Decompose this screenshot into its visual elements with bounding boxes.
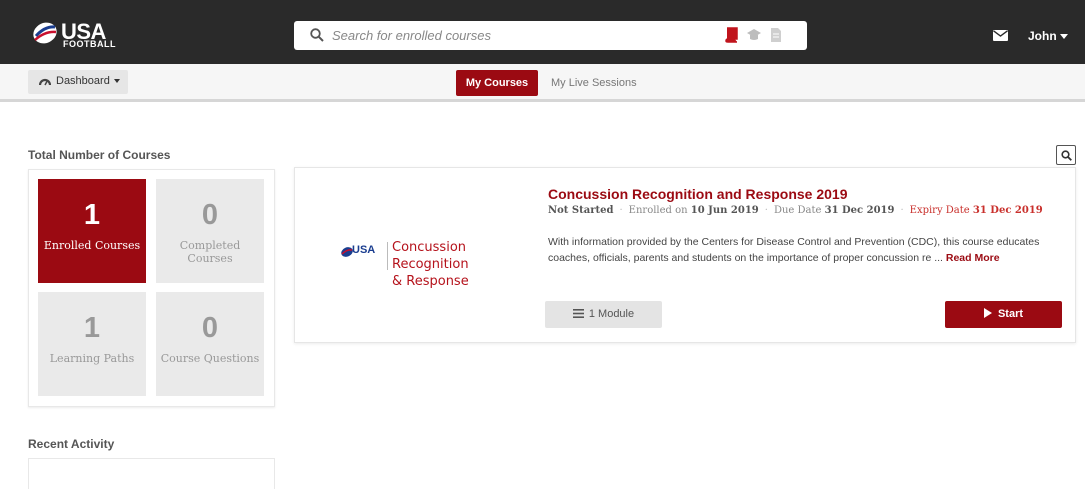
thumb-title: Concussion Recognition & Response — [392, 239, 520, 290]
expiry-label: Expiry Date — [909, 205, 970, 216]
stat-label: Course Questions — [160, 352, 260, 365]
meta-separator: · — [764, 205, 768, 216]
enrolled-date: 10 Jun 2019 — [690, 205, 759, 216]
recent-activity-card — [28, 458, 275, 489]
meta-separator: · — [900, 205, 904, 216]
stat-value: 0 — [201, 199, 219, 231]
document-icon[interactable] — [770, 27, 782, 43]
due-date: 31 Dec 2019 — [824, 205, 895, 216]
course-description: With information provided by the Centers… — [548, 234, 1058, 266]
dashboard-dropdown-button[interactable]: Dashboard — [28, 70, 128, 94]
stat-value: 0 — [201, 312, 219, 344]
stat-learning-paths[interactable]: 1 Learning Paths — [38, 292, 146, 396]
thumb-logo-word: USA — [352, 244, 376, 256]
stat-course-questions[interactable]: 0 Course Questions — [156, 292, 264, 396]
read-more-link[interactable]: Read More — [946, 252, 1000, 264]
search-input[interactable] — [332, 26, 712, 45]
module-count-button[interactable]: 1 Module — [545, 301, 662, 328]
meta-separator: · — [619, 205, 623, 216]
recent-activity-heading: Recent Activity — [28, 437, 115, 451]
due-label: Due Date — [773, 205, 822, 216]
tab-my-courses[interactable]: My Courses — [456, 70, 538, 96]
stat-label: Completed Courses — [179, 239, 241, 265]
stat-value: 1 — [83, 199, 101, 231]
course-stats-card: 1 Enrolled Courses 0 Completed Courses 1… — [28, 169, 275, 407]
caret-down-icon — [113, 79, 120, 84]
graduation-icon[interactable] — [746, 28, 762, 42]
dashboard-label: Dashboard — [56, 75, 110, 87]
expiry-date: 31 Dec 2019 — [972, 205, 1043, 216]
mail-icon[interactable] — [993, 30, 1008, 41]
search-icon — [310, 28, 324, 42]
course-title[interactable]: Concussion Recognition and Response 2019 — [548, 186, 848, 202]
stat-enrolled-courses[interactable]: 1 Enrolled Courses — [38, 179, 146, 283]
app-frame: USA FOOTBALL Search for enrolled courses… — [0, 0, 1085, 489]
course-search-button[interactable] — [1056, 145, 1076, 165]
stat-label: Learning Paths — [49, 352, 135, 365]
stat-completed-courses[interactable]: 0 Completed Courses — [156, 179, 264, 283]
usa-football-logo[interactable]: USA FOOTBALL — [31, 18, 121, 50]
course-card: USA Concussion Recognition & Response Co… — [294, 167, 1076, 343]
user-menu-name[interactable]: John — [1028, 29, 1057, 43]
total-courses-heading: Total Number of Courses — [28, 148, 171, 162]
tab-my-live-sessions[interactable]: My Live Sessions — [551, 70, 637, 96]
search-bar — [294, 21, 807, 50]
thumb-title-line2: & Response — [392, 274, 469, 289]
list-icon — [572, 309, 584, 318]
course-thumbnail[interactable]: USA Concussion Recognition & Response — [340, 238, 520, 289]
course-meta: Not Started · Enrolled on 10 Jun 2019 · Due … — [548, 205, 1043, 216]
start-course-button[interactable]: Start — [945, 301, 1062, 328]
module-count-label: 1 Module — [588, 308, 635, 320]
football-logo-icon — [33, 22, 57, 44]
course-status: Not Started — [548, 205, 614, 216]
book-icon[interactable] — [724, 27, 738, 43]
stat-value: 1 — [83, 312, 101, 344]
thumb-title-line1: Concussion Recognition — [392, 240, 469, 272]
sub-navigation: Dashboard My Courses My Live Sessions — [0, 64, 1085, 102]
chevron-down-icon[interactable] — [1060, 34, 1068, 39]
top-bar: USA FOOTBALL Search for enrolled courses… — [0, 0, 1085, 64]
search-icon — [1061, 150, 1072, 161]
thumb-divider — [387, 242, 388, 270]
expiry-info: Expiry Date 31 Dec 2019 — [910, 205, 1043, 216]
start-label: Start — [997, 308, 1024, 320]
logo-subtitle: FOOTBALL — [63, 39, 116, 49]
play-icon — [983, 308, 992, 318]
stat-label: Enrolled Courses — [43, 239, 141, 252]
dashboard-icon — [39, 78, 51, 86]
enrolled-label: Enrolled on — [628, 205, 688, 216]
